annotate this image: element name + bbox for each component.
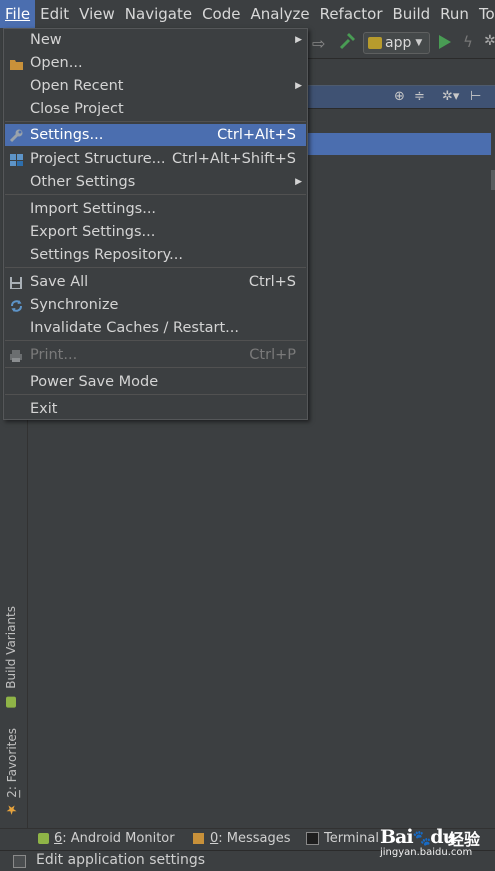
menu-item-export-settings[interactable]: Export Settings... bbox=[5, 221, 306, 243]
menu-separator bbox=[5, 340, 306, 341]
folder-icon bbox=[9, 56, 24, 70]
messages-icon bbox=[193, 833, 204, 844]
sync-icon bbox=[9, 298, 24, 312]
file-menu-dropdown: New ▶ Open... Open Recent ▶ Close Projec… bbox=[3, 28, 308, 420]
status-text: Edit application settings bbox=[36, 852, 206, 868]
submenu-arrow-icon: ▶ bbox=[295, 35, 302, 45]
project-structure-icon bbox=[9, 152, 24, 166]
project-panel-header: ⊕ ≑ ✲▾ ⊢ bbox=[308, 85, 495, 109]
terminal-tab[interactable]: Terminal bbox=[306, 831, 379, 846]
menu-tools[interactable]: Tools bbox=[474, 0, 495, 28]
wrench-icon bbox=[9, 128, 24, 143]
menu-item-project-structure[interactable]: Project Structure... Ctrl+Alt+Shift+S bbox=[5, 148, 306, 170]
menu-item-new[interactable]: New ▶ bbox=[5, 29, 306, 51]
menu-edit[interactable]: Edit bbox=[35, 0, 74, 28]
toolwindow-toggle-icon[interactable] bbox=[13, 855, 26, 868]
menu-item-import-settings[interactable]: Import Settings... bbox=[5, 198, 306, 220]
menu-separator bbox=[5, 121, 306, 122]
menu-build[interactable]: Build bbox=[388, 0, 436, 28]
menu-refactor[interactable]: Refactor bbox=[315, 0, 388, 28]
collapse-icon[interactable]: ≑ bbox=[414, 89, 425, 104]
scroll-from-source-icon[interactable]: ⊕ bbox=[394, 89, 405, 104]
menu-item-save-all[interactable]: Save All Ctrl+S bbox=[5, 271, 306, 293]
menu-view[interactable]: View bbox=[74, 0, 120, 28]
menu-item-other-settings[interactable]: Other Settings ▶ bbox=[5, 171, 306, 193]
editor-scroll-marker bbox=[491, 170, 495, 190]
debug-icon[interactable]: ✲ bbox=[484, 33, 495, 49]
android-icon bbox=[38, 833, 49, 844]
chevron-down-icon: ▼ bbox=[415, 38, 423, 48]
menu-separator bbox=[5, 367, 306, 368]
menu-item-close-project[interactable]: Close Project bbox=[5, 98, 306, 120]
menu-item-print[interactable]: Print... Ctrl+P bbox=[5, 344, 306, 366]
menu-code[interactable]: Code bbox=[197, 0, 245, 28]
build-variants-tab[interactable]: Build Variants bbox=[4, 606, 18, 708]
android-icon bbox=[368, 37, 382, 49]
submenu-arrow-icon: ▶ bbox=[295, 177, 302, 187]
menu-run[interactable]: Run bbox=[435, 0, 474, 28]
gear-icon[interactable]: ✲▾ bbox=[442, 89, 459, 104]
menu-item-open-recent[interactable]: Open Recent ▶ bbox=[5, 75, 306, 97]
project-tree-selected-row[interactable] bbox=[308, 133, 491, 155]
menu-separator bbox=[5, 194, 306, 195]
main-toolbar: ⇨ app ▼ ϟ ✲ bbox=[308, 28, 495, 59]
messages-tab[interactable]: 0: Messages bbox=[193, 831, 291, 846]
android-icon bbox=[6, 696, 16, 708]
play-icon[interactable] bbox=[437, 33, 453, 55]
menu-separator bbox=[5, 267, 306, 268]
terminal-icon bbox=[306, 832, 319, 845]
android-monitor-tab[interactable]: 6: Android Monitor bbox=[38, 831, 175, 846]
menu-separator bbox=[5, 394, 306, 395]
hide-icon[interactable]: ⊢ bbox=[470, 89, 481, 104]
hammer-icon[interactable] bbox=[338, 31, 358, 55]
menu-item-settings[interactable]: Settings... Ctrl+Alt+S bbox=[5, 124, 306, 146]
baidu-watermark: Bai🐾du 经验 jingyan.baidu.com bbox=[380, 826, 481, 858]
menu-item-open[interactable]: Open... bbox=[5, 52, 306, 74]
star-icon: ★ bbox=[4, 801, 19, 817]
run-config-dropdown[interactable]: app ▼ bbox=[363, 32, 430, 54]
menu-file[interactable]: File bbox=[0, 0, 36, 28]
menu-item-power-save-mode[interactable]: Power Save Mode bbox=[5, 371, 306, 393]
save-icon bbox=[9, 275, 24, 289]
baidu-logo: Bai🐾du bbox=[380, 826, 456, 848]
favorites-tab[interactable]: ★ 2: Favorites bbox=[4, 728, 19, 817]
menu-item-settings-repository[interactable]: Settings Repository... bbox=[5, 244, 306, 266]
menu-bar: File Edit View Navigate Code Analyze Ref… bbox=[0, 0, 495, 28]
forward-icon[interactable]: ⇨ bbox=[312, 34, 325, 53]
menu-item-invalidate-caches[interactable]: Invalidate Caches / Restart... bbox=[5, 317, 306, 339]
lightning-icon[interactable]: ϟ bbox=[463, 33, 473, 51]
run-config-label: app bbox=[385, 35, 412, 51]
menu-item-exit[interactable]: Exit bbox=[5, 398, 306, 420]
print-icon bbox=[9, 348, 24, 362]
submenu-arrow-icon: ▶ bbox=[295, 81, 302, 91]
menu-item-synchronize[interactable]: Synchronize bbox=[5, 294, 306, 316]
menu-navigate[interactable]: Navigate bbox=[120, 0, 197, 28]
menu-analyze[interactable]: Analyze bbox=[245, 0, 314, 28]
